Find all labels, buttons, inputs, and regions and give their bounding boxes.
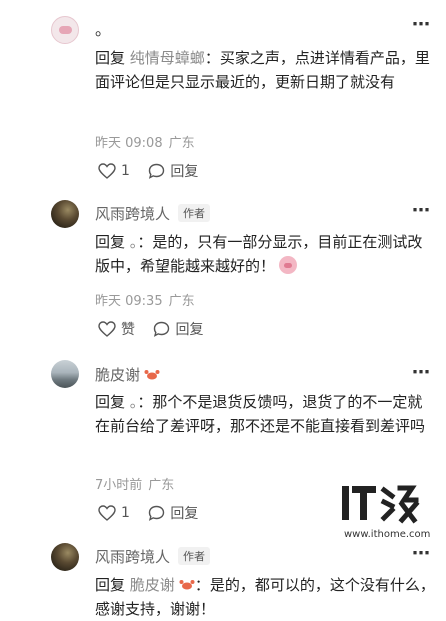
avatar[interactable] — [51, 360, 79, 388]
commenter-name[interactable]: 。 — [95, 16, 111, 40]
like-label: 赞 — [121, 322, 135, 338]
comment-time: 昨天 09:08 — [95, 136, 163, 151]
like-button[interactable]: 1 — [98, 163, 130, 179]
comment-text: 回复 脆皮谢 ：是的，都可以的，这个没有什么，感谢支持，谢谢！ — [95, 573, 435, 621]
reply-bubble-icon — [154, 321, 170, 337]
comment-time: 7小时前 — [95, 478, 143, 493]
comment-meta: 昨天 09:08 广东 — [95, 132, 195, 151]
more-dots-icon[interactable]: ⋯ — [412, 362, 431, 383]
comment-actions: 1 回复 — [98, 161, 212, 181]
crab-badge-icon — [179, 580, 195, 590]
avatar[interactable] — [51, 200, 79, 228]
heart-icon — [98, 505, 116, 521]
watermark-url: www.ithome.com — [344, 529, 431, 540]
like-count: 1 — [121, 505, 130, 521]
reply-target[interactable]: 脆皮谢 — [130, 576, 175, 594]
heart-icon — [98, 321, 116, 337]
comment-time: 昨天 09:35 — [95, 294, 163, 309]
more-dots-icon[interactable]: ⋯ — [412, 14, 431, 35]
like-button[interactable]: 赞 — [98, 319, 135, 339]
ithome-watermark: www.ithome.com — [340, 482, 440, 542]
comment-actions: 赞 回复 — [98, 319, 217, 339]
commenter-name-text: 风雨跨境人 — [95, 548, 171, 566]
reply-button[interactable]: 回复 — [153, 319, 203, 339]
comment-body: ：是的，只有一部分显示，目前正在测试改版中，希望能越来越好的！ — [95, 233, 423, 275]
author-badge: 作者 — [178, 547, 211, 565]
author-badge: 作者 — [178, 204, 211, 222]
heart-icon — [98, 163, 116, 179]
reply-button[interactable]: 回复 — [148, 503, 198, 523]
avatar[interactable] — [51, 16, 79, 44]
reply-prefix: 回复 — [95, 393, 126, 411]
reply-label: 回复 — [170, 506, 199, 522]
comment-location: 广东 — [168, 136, 195, 151]
comment-text: 回复 。：那个不是退货反馈吗，退货了的不一定就在前台给了差评呀，那不还是不能直接… — [95, 390, 435, 438]
reply-label: 回复 — [175, 322, 204, 338]
commenter-name[interactable]: 脆皮谢 — [95, 364, 160, 385]
comment-location: 广东 — [168, 294, 195, 309]
comment-meta: 昨天 09:35 广东 — [95, 290, 195, 309]
pig-emoji-icon — [279, 256, 298, 274]
ithome-logo-icon — [342, 485, 420, 524]
comment-text: 回复 纯情母蟑螂：买家之声，点进详情看产品，里面评论但是只显示最近的，更新日期了… — [95, 46, 435, 94]
reply-bubble-icon — [149, 163, 165, 179]
reply-label: 回复 — [170, 164, 199, 180]
reply-prefix: 回复 — [95, 49, 126, 67]
comment-location: 广东 — [148, 478, 175, 493]
avatar[interactable] — [51, 543, 79, 571]
commenter-name-text: 脆皮谢 — [95, 366, 141, 384]
reply-target[interactable]: 纯情母蟑螂 — [130, 49, 205, 67]
watermark-logo — [340, 482, 440, 535]
comment-text: 回复 。：是的，只有一部分显示，目前正在测试改版中，希望能越来越好的！ — [95, 230, 435, 278]
commenter-name-text: 风雨跨境人 — [95, 205, 171, 223]
reply-button[interactable]: 回复 — [148, 161, 198, 181]
like-count: 1 — [121, 163, 130, 179]
comment-body: ：那个不是退货反馈吗，退货了的不一定就在前台给了差评呀，那不还是不能直接看到差评… — [95, 393, 426, 435]
comment-meta: 7小时前 广东 — [95, 474, 174, 493]
commenter-name[interactable]: 风雨跨境人 作者 — [95, 203, 211, 224]
reply-prefix: 回复 — [95, 233, 126, 251]
more-dots-icon[interactable]: ⋯ — [412, 200, 431, 221]
like-button[interactable]: 1 — [98, 505, 130, 521]
comment-actions: 1 回复 — [98, 503, 212, 523]
reply-prefix: 回复 — [95, 576, 126, 594]
more-dots-icon[interactable]: ⋯ — [412, 543, 431, 564]
commenter-name[interactable]: 风雨跨境人 作者 — [95, 546, 211, 567]
crab-badge-icon — [144, 370, 160, 380]
reply-bubble-icon — [149, 505, 165, 521]
